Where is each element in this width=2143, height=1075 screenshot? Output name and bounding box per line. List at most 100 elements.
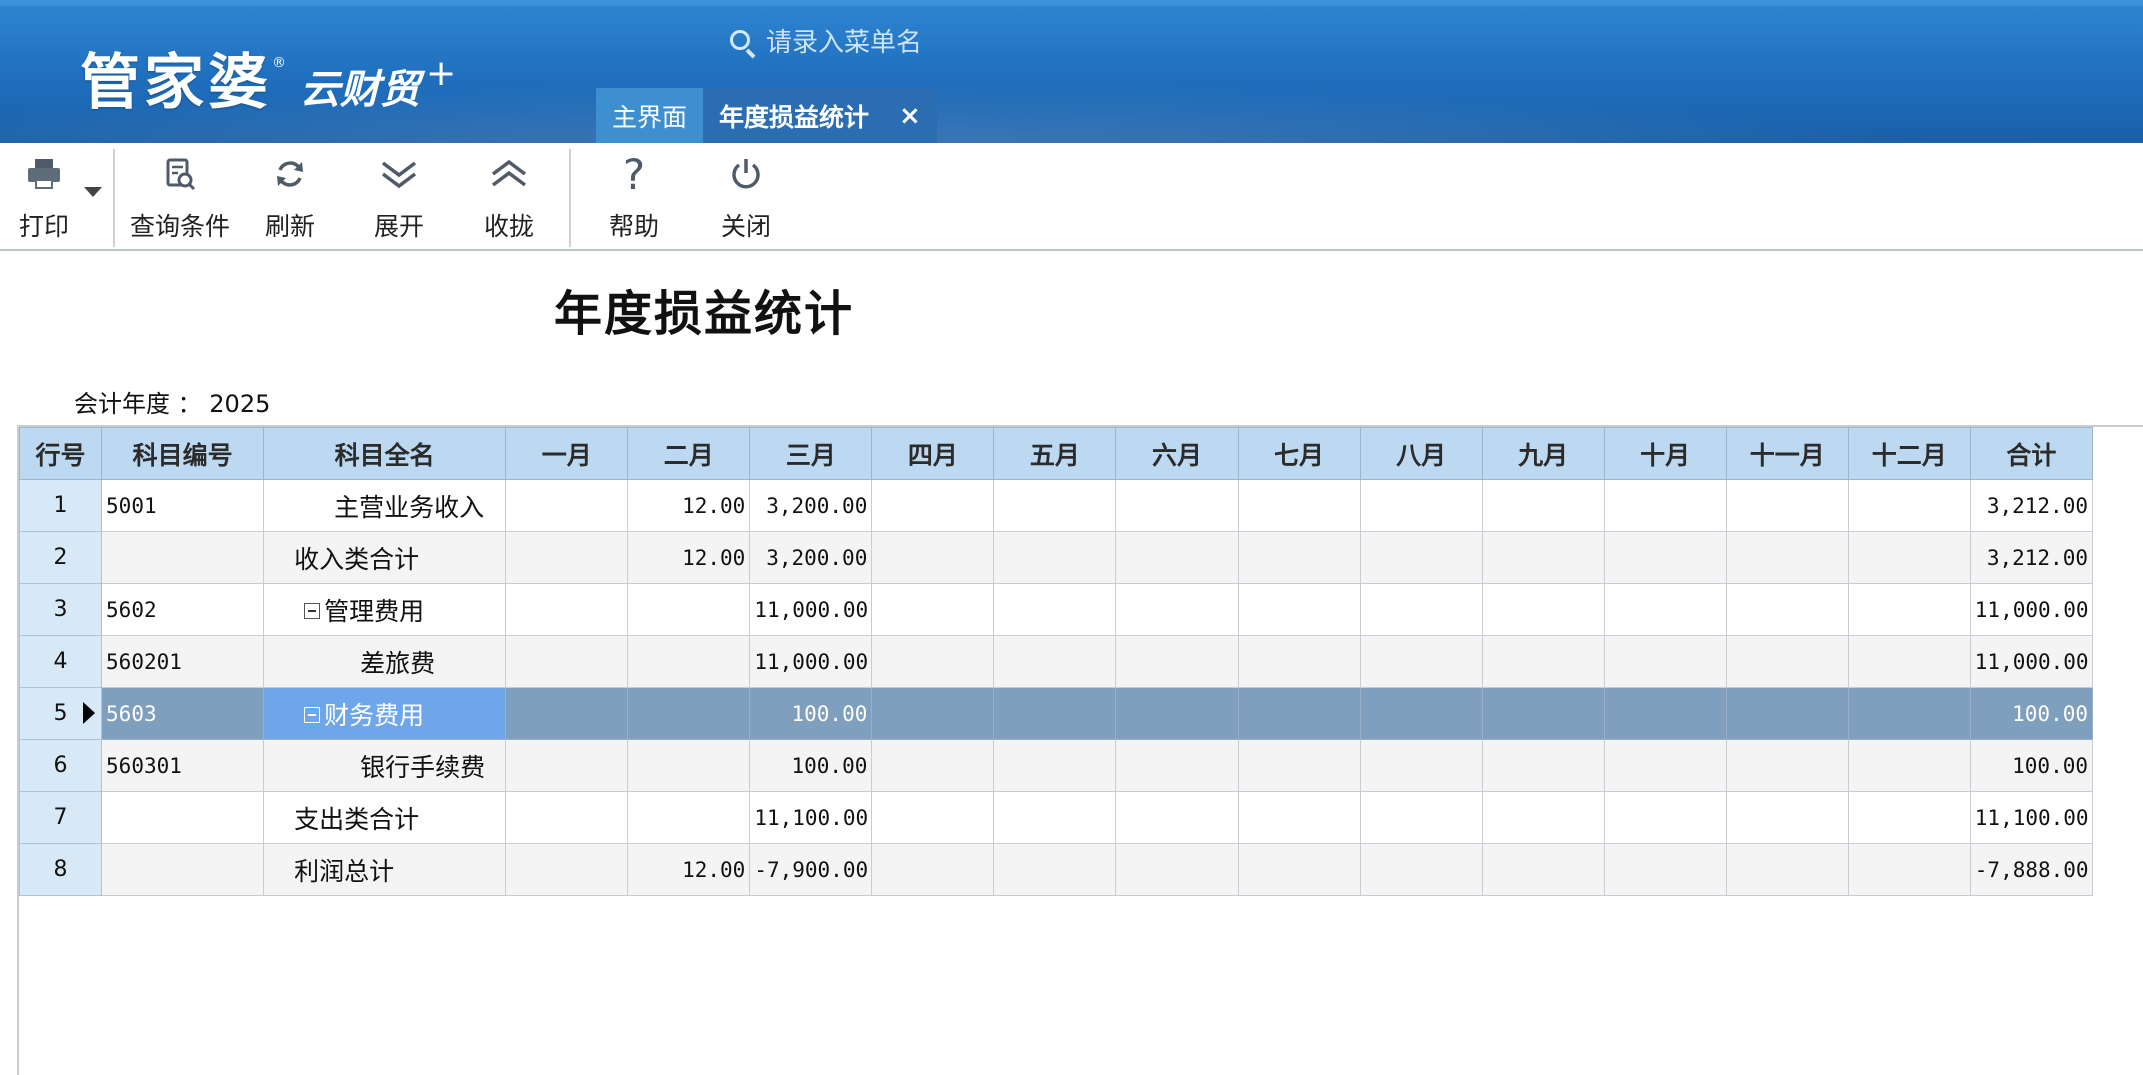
print-button[interactable]: 打印 <box>14 143 74 249</box>
total-cell[interactable]: -7,888.00 <box>1969 843 2094 896</box>
month-cell[interactable] <box>1603 739 1727 792</box>
month-cell[interactable] <box>1603 687 1727 740</box>
column-header[interactable]: 十二月 <box>1847 427 1971 480</box>
account-name-cell[interactable]: 差旅费 <box>263 635 507 688</box>
month-cell[interactable] <box>993 479 1117 532</box>
total-cell[interactable]: 100.00 <box>1969 739 2094 792</box>
column-header[interactable]: 二月 <box>627 427 751 480</box>
total-cell[interactable]: 11,000.00 <box>1969 635 2094 688</box>
month-cell[interactable] <box>505 843 629 896</box>
column-header[interactable]: 四月 <box>871 427 995 480</box>
account-code-cell[interactable] <box>101 531 265 584</box>
month-cell[interactable] <box>1115 843 1239 896</box>
month-cell[interactable] <box>1481 739 1605 792</box>
month-cell[interactable] <box>1847 479 1971 532</box>
tab-home[interactable]: 主界面 <box>596 88 704 143</box>
month-cell[interactable] <box>1115 635 1239 688</box>
month-cell[interactable] <box>871 479 995 532</box>
month-cell[interactable]: 100.00 <box>749 739 873 792</box>
refresh-button[interactable]: 刷新 <box>262 143 318 249</box>
month-cell[interactable] <box>1237 479 1361 532</box>
month-cell[interactable] <box>1115 583 1239 636</box>
month-cell[interactable] <box>1603 583 1727 636</box>
table-row[interactable]: 6 560301 银行手续费 100.00 100.00 <box>18 739 2094 792</box>
account-name-cell[interactable]: 主营业务收入 <box>263 479 507 532</box>
expand-button[interactable]: 展开 <box>371 143 427 249</box>
month-cell[interactable] <box>1725 843 1849 896</box>
account-code-cell[interactable]: 5602 <box>101 583 265 636</box>
month-cell[interactable] <box>1359 531 1483 584</box>
account-name-cell[interactable]: 管理费用 <box>263 583 507 636</box>
month-cell[interactable] <box>993 843 1117 896</box>
table-row[interactable]: 7 支出类合计 11,100.00 11,100.00 <box>18 791 2094 844</box>
month-cell[interactable]: -7,900.00 <box>749 843 873 896</box>
month-cell[interactable] <box>1725 739 1849 792</box>
account-name-cell[interactable]: 银行手续费 <box>263 739 507 792</box>
month-cell[interactable] <box>505 739 629 792</box>
menu-search[interactable] <box>728 28 1026 59</box>
month-cell[interactable] <box>1359 739 1483 792</box>
row-number[interactable]: 6 <box>18 739 103 792</box>
month-cell[interactable] <box>1237 739 1361 792</box>
row-number[interactable]: 5 <box>18 687 103 740</box>
month-cell[interactable] <box>871 583 995 636</box>
month-cell[interactable] <box>1847 791 1971 844</box>
table-row[interactable]: 5 5603 财务费用 100.00 100.00 <box>18 687 2094 740</box>
month-cell[interactable] <box>1481 687 1605 740</box>
collapse-node-icon[interactable] <box>304 706 321 723</box>
column-header[interactable]: 七月 <box>1237 427 1361 480</box>
month-cell[interactable] <box>1847 687 1971 740</box>
account-code-cell[interactable] <box>101 843 265 896</box>
month-cell[interactable] <box>505 583 629 636</box>
month-cell[interactable] <box>871 531 995 584</box>
month-cell[interactable] <box>993 583 1117 636</box>
column-header[interactable]: 科目全名 <box>263 427 507 480</box>
month-cell[interactable] <box>627 583 751 636</box>
account-code-cell[interactable]: 560301 <box>101 739 265 792</box>
month-cell[interactable] <box>1603 531 1727 584</box>
month-cell[interactable] <box>505 531 629 584</box>
month-cell[interactable] <box>505 635 629 688</box>
total-cell[interactable]: 11,100.00 <box>1969 791 2094 844</box>
column-header[interactable]: 一月 <box>505 427 629 480</box>
month-cell[interactable] <box>627 791 751 844</box>
close-icon[interactable]: × <box>899 101 921 131</box>
month-cell[interactable]: 11,000.00 <box>749 583 873 636</box>
collapse-node-icon[interactable] <box>304 602 321 619</box>
column-header[interactable]: 十月 <box>1603 427 1727 480</box>
account-code-cell[interactable]: 5603 <box>101 687 265 740</box>
account-name-cell[interactable]: 财务费用 <box>263 687 507 740</box>
month-cell[interactable] <box>993 687 1117 740</box>
month-cell[interactable] <box>871 791 995 844</box>
month-cell[interactable]: 3,200.00 <box>749 531 873 584</box>
print-dropdown-icon[interactable] <box>84 187 102 197</box>
row-number[interactable]: 8 <box>18 843 103 896</box>
month-cell[interactable]: 11,100.00 <box>749 791 873 844</box>
month-cell[interactable] <box>505 687 629 740</box>
month-cell[interactable] <box>1359 583 1483 636</box>
month-cell[interactable] <box>505 479 629 532</box>
month-cell[interactable]: 12.00 <box>627 531 751 584</box>
row-number[interactable]: 7 <box>18 791 103 844</box>
month-cell[interactable] <box>1603 843 1727 896</box>
month-cell[interactable] <box>1359 843 1483 896</box>
account-name-cell[interactable]: 支出类合计 <box>263 791 507 844</box>
table-row[interactable]: 2 收入类合计 12.00 3,200.00 3,212.00 <box>18 531 2094 584</box>
total-cell[interactable]: 100.00 <box>1969 687 2094 740</box>
month-cell[interactable] <box>1725 531 1849 584</box>
account-code-cell[interactable]: 5001 <box>101 479 265 532</box>
table-row[interactable]: 4 560201 差旅费 11,000.00 11,000.00 <box>18 635 2094 688</box>
month-cell[interactable]: 3,200.00 <box>749 479 873 532</box>
month-cell[interactable] <box>871 739 995 792</box>
collapse-button[interactable]: 收拢 <box>481 143 537 249</box>
month-cell[interactable]: 100.00 <box>749 687 873 740</box>
month-cell[interactable] <box>1725 687 1849 740</box>
row-number[interactable]: 2 <box>18 531 103 584</box>
account-name-cell[interactable]: 收入类合计 <box>263 531 507 584</box>
column-header[interactable]: 八月 <box>1359 427 1483 480</box>
month-cell[interactable] <box>627 635 751 688</box>
month-cell[interactable] <box>1481 843 1605 896</box>
total-cell[interactable]: 11,000.00 <box>1969 583 2094 636</box>
table-row[interactable]: 8 利润总计 12.00 -7,900.00 -7,888.00 <box>18 843 2094 896</box>
month-cell[interactable] <box>1481 479 1605 532</box>
